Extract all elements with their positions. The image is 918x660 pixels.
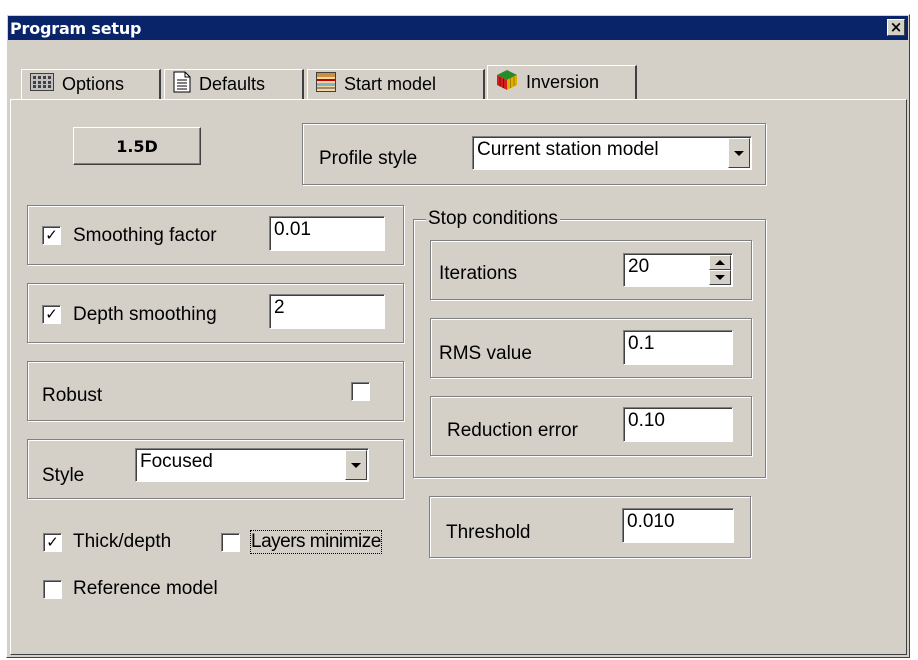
thick-depth-label[interactable]: Thick/depth bbox=[73, 531, 171, 553]
iterations-label: Iterations bbox=[439, 263, 518, 284]
depth-smoothing-input[interactable]: 2 bbox=[269, 294, 385, 329]
rms-value-group: RMS value 0.1 bbox=[430, 318, 752, 378]
layers-icon bbox=[316, 72, 336, 97]
close-button[interactable]: × bbox=[887, 19, 905, 36]
rms-value-input[interactable]: 0.1 bbox=[623, 330, 733, 365]
depth-smoothing-label: Depth smoothing bbox=[73, 304, 217, 325]
document-icon bbox=[173, 71, 191, 98]
tab-start-model-label: Start model bbox=[344, 74, 437, 94]
tab-inversion-label: Inversion bbox=[526, 72, 600, 92]
profile-style-group: Profile style Current station model bbox=[302, 123, 766, 185]
threshold-label: Threshold bbox=[446, 522, 531, 543]
threshold-group: Threshold 0.010 bbox=[429, 496, 751, 558]
reference-model-checkbox[interactable] bbox=[43, 580, 62, 599]
title-bar[interactable]: Program setup × bbox=[8, 16, 908, 40]
layers-minimize-checkbox[interactable] bbox=[221, 533, 240, 552]
profile-style-select[interactable]: Current station model bbox=[472, 136, 752, 170]
tab-inversion[interactable]: Inversion bbox=[487, 65, 637, 99]
stop-conditions-title: Stop conditions bbox=[426, 208, 560, 230]
thick-depth-checkbox[interactable]: ✓ bbox=[43, 533, 62, 552]
style-label: Style bbox=[42, 465, 85, 486]
stop-conditions-group: Stop conditions Iterations 20 RMS value … bbox=[413, 208, 766, 478]
reduction-error-input[interactable]: 0.10 bbox=[623, 407, 733, 442]
smoothing-factor-input[interactable]: 0.01 bbox=[269, 216, 385, 251]
tab-defaults[interactable]: Defaults bbox=[164, 69, 304, 99]
inversion-panel: 1.5D Profile style Current station model… bbox=[10, 99, 907, 655]
program-setup-dialog: Program setup × Options Defaults Start m… bbox=[6, 14, 910, 658]
chevron-down-icon[interactable] bbox=[345, 450, 367, 480]
reduction-error-group: Reduction error 0.10 bbox=[430, 396, 752, 456]
tab-defaults-label: Defaults bbox=[199, 74, 266, 94]
mode-1-5d-label: 1.5D bbox=[116, 137, 158, 156]
style-value: Focused bbox=[140, 451, 213, 472]
smoothing-factor-checkbox[interactable]: ✓ bbox=[42, 226, 61, 245]
tab-options-label: Options bbox=[62, 74, 125, 94]
style-group: Style Focused bbox=[27, 439, 404, 499]
layers-minimize-label[interactable]: Layers minimize bbox=[250, 530, 382, 554]
cube-icon bbox=[496, 69, 518, 96]
iterations-group: Iterations 20 bbox=[430, 240, 752, 300]
depth-smoothing-group: ✓ Depth smoothing 2 bbox=[27, 283, 404, 343]
chevron-down-icon[interactable] bbox=[728, 138, 750, 168]
robust-checkbox[interactable] bbox=[351, 382, 370, 401]
reference-model-label[interactable]: Reference model bbox=[73, 578, 218, 600]
profile-style-label: Profile style bbox=[319, 148, 418, 169]
rms-value-label: RMS value bbox=[439, 343, 532, 364]
tab-options[interactable]: Options bbox=[21, 69, 161, 99]
reduction-error-label: Reduction error bbox=[447, 420, 578, 441]
spin-down-button[interactable] bbox=[709, 270, 731, 285]
calculator-icon bbox=[30, 73, 54, 96]
smoothing-factor-label: Smoothing factor bbox=[73, 225, 217, 246]
iterations-spinbox[interactable]: 20 bbox=[623, 253, 733, 287]
depth-smoothing-checkbox[interactable]: ✓ bbox=[42, 305, 61, 324]
spin-up-button[interactable] bbox=[709, 255, 731, 270]
tab-start-model[interactable]: Start model bbox=[307, 69, 485, 99]
iterations-value: 20 bbox=[628, 256, 650, 277]
window-title: Program setup bbox=[10, 19, 142, 38]
robust-label: Robust bbox=[42, 385, 103, 406]
mode-1-5d-button[interactable]: 1.5D bbox=[73, 127, 201, 165]
profile-style-value: Current station model bbox=[477, 139, 659, 160]
threshold-input[interactable]: 0.010 bbox=[622, 508, 734, 543]
style-select[interactable]: Focused bbox=[135, 448, 369, 482]
robust-group: Robust bbox=[27, 361, 404, 421]
smoothing-factor-group: ✓ Smoothing factor 0.01 bbox=[27, 205, 404, 265]
